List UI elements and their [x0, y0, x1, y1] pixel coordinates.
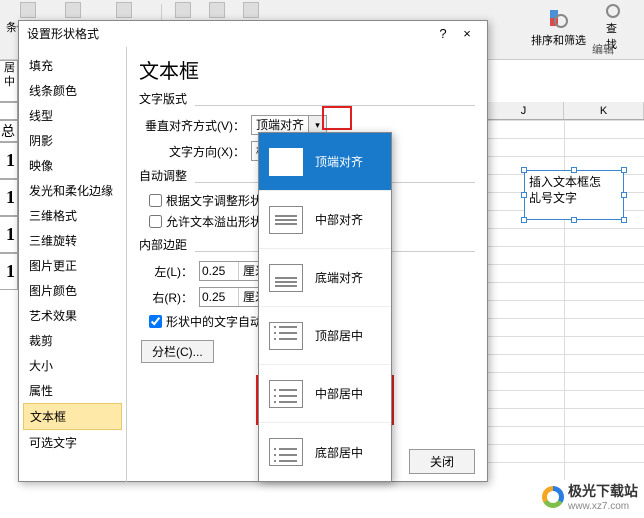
- sidebar-item-15[interactable]: 可选文字: [23, 430, 122, 455]
- sidebar-item-13[interactable]: 属性: [23, 378, 122, 403]
- sort-filter-icon: [548, 8, 570, 30]
- sidebar-item-14[interactable]: 文本框: [23, 403, 122, 430]
- align-icon: [269, 206, 303, 234]
- dialog-titlebar[interactable]: 设置形状格式 ? ×: [19, 21, 487, 47]
- panel-heading: 文本框: [139, 55, 475, 84]
- dropdown-item-5[interactable]: 底部居中: [259, 423, 391, 481]
- align-icon: [269, 148, 303, 176]
- align-icon: [269, 322, 303, 350]
- textbox-line2: 乩号文字: [529, 191, 577, 205]
- fx-bar-fragment: 居中: [0, 60, 18, 102]
- ribbon-group-edit: 编辑: [592, 41, 614, 57]
- cell-fragment: 1: [0, 216, 18, 253]
- sidebar-item-10[interactable]: 艺术效果: [23, 303, 122, 328]
- dropdown-item-1[interactable]: 中部对齐: [259, 191, 391, 249]
- dialog-help-button[interactable]: ?: [431, 21, 455, 47]
- dropdown-item-label: 中部对齐: [315, 211, 363, 228]
- column-headers: J K: [484, 102, 644, 120]
- sidebar-item-0[interactable]: 填充: [23, 53, 122, 78]
- dropdown-item-label: 顶部居中: [315, 327, 363, 344]
- align-icon: [269, 264, 303, 292]
- sidebar-item-8[interactable]: 图片更正: [23, 253, 122, 278]
- sidebar-item-9[interactable]: 图片颜色: [23, 278, 122, 303]
- spreadsheet-grid[interactable]: J K 插入文本框怎 乩号文字: [484, 60, 644, 480]
- dialog-close-button[interactable]: ×: [455, 21, 479, 47]
- sidebar-item-2[interactable]: 线型: [23, 103, 122, 128]
- dropdown-item-label: 中部居中: [315, 385, 363, 402]
- columns-button[interactable]: 分栏(C)...: [141, 340, 214, 363]
- watermark-logo-icon: [542, 486, 564, 508]
- dropdown-item-label: 底部居中: [315, 444, 363, 461]
- dropdown-item-3[interactable]: 顶部居中: [259, 307, 391, 365]
- textbox-shape[interactable]: 插入文本框怎 乩号文字: [524, 170, 624, 220]
- sidebar-item-6[interactable]: 三维格式: [23, 203, 122, 228]
- direction-label: 文字方向(X)：: [139, 143, 251, 160]
- valign-dropdown[interactable]: 顶端对齐中部对齐底端对齐顶部居中中部居中底部居中: [258, 132, 392, 482]
- cell-fragment: 总: [0, 120, 18, 142]
- dialog-sidebar: 填充线条颜色线型阴影映像发光和柔化边缘三维格式三维旋转图片更正图片颜色艺术效果裁…: [19, 47, 127, 482]
- valign-label: 垂直对齐方式(V)：: [139, 117, 251, 134]
- col-header-k[interactable]: K: [564, 102, 644, 119]
- format-shape-dialog: 设置形状格式 ? × 填充线条颜色线型阴影映像发光和柔化边缘三维格式三维旋转图片…: [18, 20, 488, 482]
- sidebar-item-12[interactable]: 大小: [23, 353, 122, 378]
- sidebar-item-5[interactable]: 发光和柔化边缘: [23, 178, 122, 203]
- find-icon: [606, 4, 620, 18]
- dropdown-item-2[interactable]: 底端对齐: [259, 249, 391, 307]
- cell-fragment: 1: [0, 179, 18, 216]
- sidebar-item-7[interactable]: 三维旋转: [23, 228, 122, 253]
- dropdown-item-0[interactable]: 顶端对齐: [259, 133, 391, 191]
- margin-right-label: 右(R)：: [139, 289, 199, 306]
- textbox-line1: 插入文本框怎: [529, 175, 601, 189]
- watermark: 极光下载站 www.xz7.com: [542, 481, 638, 512]
- margin-left-label: 左(L)：: [139, 263, 199, 280]
- ribbon-btn-sortfilter[interactable]: 排序和筛选: [521, 6, 596, 50]
- dialog-title: 设置形状格式: [27, 21, 431, 47]
- col-header-j[interactable]: J: [484, 102, 564, 119]
- sidebar-item-3[interactable]: 阴影: [23, 128, 122, 153]
- sidebar-item-1[interactable]: 线条颜色: [23, 78, 122, 103]
- cell-fragment: 1: [0, 142, 18, 179]
- sidebar-item-4[interactable]: 映像: [23, 153, 122, 178]
- row-headers-fragment: 居中 总 1 1 1 1: [0, 60, 18, 290]
- dropdown-item-4[interactable]: 中部居中: [259, 365, 391, 423]
- dialog-close-main-button[interactable]: 关闭: [409, 449, 475, 474]
- cell-fragment: 1: [0, 253, 18, 290]
- align-icon: [269, 438, 303, 466]
- dropdown-item-label: 顶端对齐: [315, 153, 363, 170]
- dropdown-item-label: 底端对齐: [315, 269, 363, 286]
- section-text-layout: 文字版式: [139, 90, 475, 107]
- align-icon: [269, 380, 303, 408]
- sidebar-item-11[interactable]: 裁剪: [23, 328, 122, 353]
